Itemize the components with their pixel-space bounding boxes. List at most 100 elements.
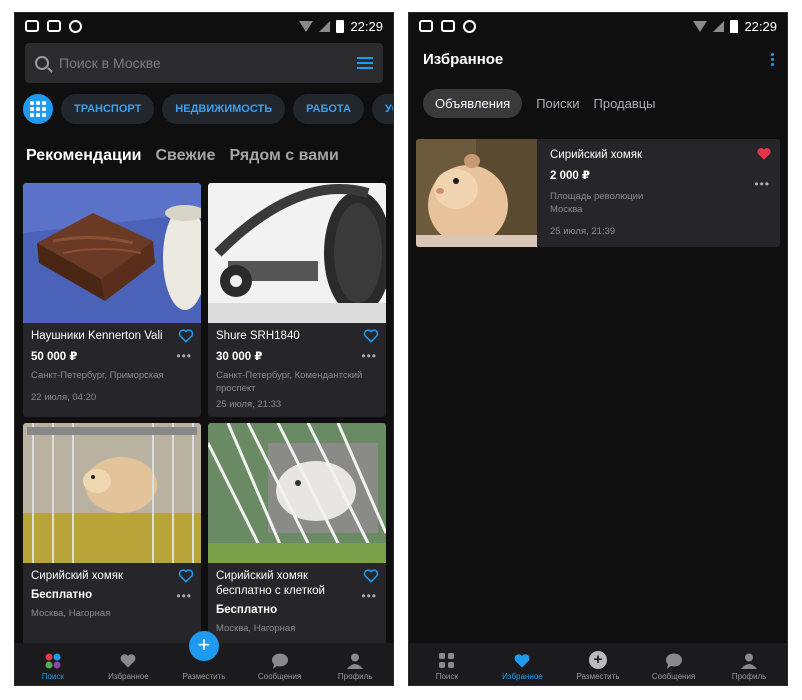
search-grid-icon xyxy=(45,653,61,669)
favorite-listing-card[interactable]: Сирийский хомяк 2 000 ₽ Площадь революци… xyxy=(416,139,780,247)
favorite-heart-filled-icon[interactable] xyxy=(756,147,772,161)
shazam-notification-icon xyxy=(69,19,82,33)
nav-label: Сообщения xyxy=(651,672,696,681)
wifi-icon xyxy=(299,20,314,32)
nav-profile[interactable]: Профиль xyxy=(711,643,787,685)
listing-title: Сирийский хомяк xyxy=(550,149,642,161)
nav-messages[interactable]: Сообщения xyxy=(636,643,712,685)
shazam-notification-icon xyxy=(463,19,476,33)
listing-location-city: Москва xyxy=(550,204,583,215)
instagram-notification-icon xyxy=(47,20,61,32)
listing-photo xyxy=(416,139,537,247)
bottom-navigation: Поиск Избранное + Разместить Сообщения П… xyxy=(409,643,787,685)
listing-price: Бесплатно xyxy=(216,604,278,616)
listing-title: Сирийский хомяк xyxy=(31,570,123,582)
listing-location-line: Площадь революции xyxy=(550,191,644,202)
listing-title: Shure SRH1840 xyxy=(216,330,300,342)
tab-recommendations[interactable]: Рекомендации xyxy=(26,147,142,165)
chat-bubble-icon xyxy=(271,653,288,669)
youtube-notification-icon xyxy=(419,20,433,32)
nav-messages[interactable]: Сообщения xyxy=(242,643,318,685)
tab-listings[interactable]: Объявления xyxy=(423,89,523,118)
nav-label: Избранное xyxy=(108,672,149,681)
search-placeholder: Поиск в Москве xyxy=(59,55,161,71)
nav-label: Разместить xyxy=(182,672,226,681)
clock: 22:29 xyxy=(350,18,383,34)
category-bar: ТРАНСПОРТ НЕДВИЖИМОСТЬ РАБОТА УСЛУ xyxy=(23,93,393,125)
listing-price: Бесплатно xyxy=(31,589,93,601)
search-icon xyxy=(35,56,49,70)
listing-location: Москва, Нагорная xyxy=(216,623,296,634)
tab-fresh[interactable]: Свежие xyxy=(156,147,216,165)
listing-location: Москва, Нагорная xyxy=(31,608,111,619)
status-bar: 22:29 xyxy=(409,13,787,39)
heart-icon xyxy=(120,654,136,668)
wifi-icon xyxy=(693,20,708,32)
nav-favorites[interactable]: Избранное xyxy=(91,643,167,685)
nav-post-ad[interactable]: + Разместить xyxy=(166,631,242,685)
nav-label: Профиль xyxy=(731,672,767,681)
more-options-icon[interactable]: ••• xyxy=(176,350,192,362)
tab-sellers[interactable]: Продавцы xyxy=(594,96,656,111)
heart-icon xyxy=(514,654,530,668)
youtube-notification-icon xyxy=(25,20,39,32)
listing-card[interactable]: Наушники Kennerton Vali 50 000 ₽ ••• Сан… xyxy=(23,183,201,417)
person-icon xyxy=(347,653,364,669)
listing-price: 50 000 ₽ xyxy=(31,351,78,363)
listing-date: 25 июля, 21:33 xyxy=(216,399,282,410)
listing-location: Санкт-Петербург, Приморская xyxy=(31,370,164,381)
more-options-icon[interactable]: ••• xyxy=(176,590,192,602)
all-categories-button[interactable] xyxy=(23,94,53,124)
battery-icon xyxy=(730,19,739,33)
favorite-heart-icon[interactable] xyxy=(178,569,194,583)
search-screen: 22:29 Поиск в Москве ТРАНСПОРТ НЕДВИЖИМО… xyxy=(14,12,394,686)
nav-label: Профиль xyxy=(337,672,373,681)
listing-date: 22 июля, 04:20 xyxy=(31,392,97,403)
more-options-icon[interactable]: ••• xyxy=(754,178,770,190)
listing-title: Сирийский хомяк бесплатно с клеткой xyxy=(216,570,325,597)
filter-icon[interactable] xyxy=(357,56,373,70)
nav-label: Поиск xyxy=(41,672,64,681)
category-chip-realty[interactable]: НЕДВИЖИМОСТЬ xyxy=(162,94,286,124)
listing-photo xyxy=(23,183,201,323)
nav-post-ad[interactable]: + Разместить xyxy=(560,643,636,685)
category-chip-services[interactable]: УСЛУ xyxy=(371,94,393,124)
listing-photo xyxy=(208,183,386,323)
plus-icon: + xyxy=(588,651,607,669)
tab-nearby[interactable]: Рядом с вами xyxy=(229,147,338,165)
chat-bubble-icon xyxy=(665,653,682,669)
status-bar: 22:29 xyxy=(15,13,393,39)
tab-searches[interactable]: Поиски xyxy=(536,96,579,111)
listing-card[interactable]: Сирийский хомяк бесплатно с клеткой Бесп… xyxy=(208,423,386,653)
listing-photo xyxy=(23,423,201,563)
search-input[interactable]: Поиск в Москве xyxy=(25,43,383,83)
instagram-notification-icon xyxy=(441,20,455,32)
nav-label: Сообщения xyxy=(257,672,302,681)
favorite-heart-icon[interactable] xyxy=(363,569,379,583)
nav-favorites[interactable]: Избранное xyxy=(485,643,561,685)
nav-label: Разместить xyxy=(576,672,620,681)
more-menu-icon[interactable] xyxy=(771,53,775,68)
listing-location: Санкт-Петербург, Комендантский проспект xyxy=(216,370,363,394)
favorites-tabs: Объявления Поиски Продавцы xyxy=(423,89,656,118)
listing-price: 2 000 ₽ xyxy=(550,170,590,182)
person-icon xyxy=(741,653,758,669)
nav-search[interactable]: Поиск xyxy=(15,643,91,685)
nav-profile[interactable]: Профиль xyxy=(317,643,393,685)
category-chip-jobs[interactable]: РАБОТА xyxy=(293,94,364,124)
bottom-navigation: Поиск Избранное + Разместить Сообщения П… xyxy=(15,631,393,685)
more-options-icon[interactable]: ••• xyxy=(361,350,377,362)
nav-label: Поиск xyxy=(435,672,458,681)
page-title: Избранное xyxy=(423,51,504,68)
signal-icon xyxy=(319,20,331,32)
more-options-icon[interactable]: ••• xyxy=(361,590,377,602)
favorite-heart-icon[interactable] xyxy=(363,329,379,343)
listing-card[interactable]: Shure SRH1840 30 000 ₽ ••• Санкт-Петербу… xyxy=(208,183,386,417)
clock: 22:29 xyxy=(744,18,777,34)
category-chip-transport[interactable]: ТРАНСПОРТ xyxy=(61,94,155,124)
listing-card[interactable]: Сирийский хомяк Бесплатно ••• Москва, На… xyxy=(23,423,201,653)
nav-search[interactable]: Поиск xyxy=(409,643,485,685)
favorite-heart-icon[interactable] xyxy=(178,329,194,343)
listing-location: Площадь революции Москва xyxy=(550,190,770,216)
listing-price: 30 000 ₽ xyxy=(216,351,263,363)
